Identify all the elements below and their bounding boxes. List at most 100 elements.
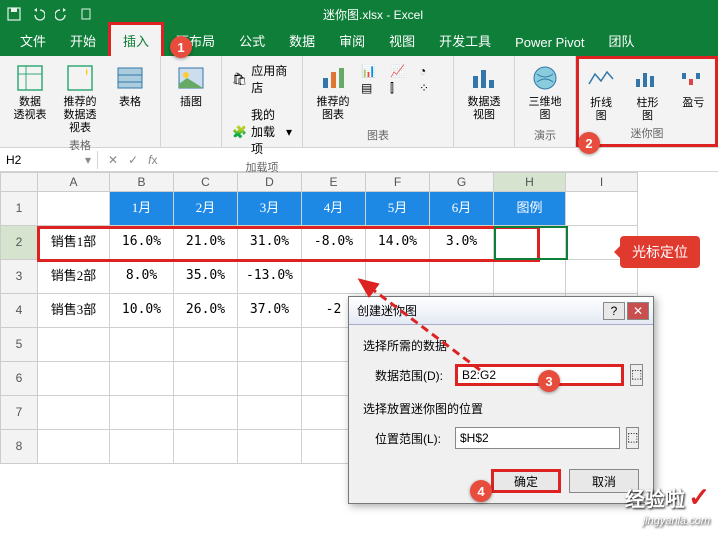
rec-pivot-button[interactable]: 推荐的 数据透视表 — [58, 60, 102, 137]
tab-dev[interactable]: 开发工具 — [427, 25, 503, 56]
cell-F2[interactable]: 14.0% — [366, 226, 430, 260]
cell-B4[interactable]: 10.0% — [110, 294, 174, 328]
enter-icon[interactable]: ✓ — [128, 153, 138, 167]
pivot-chart-button[interactable]: 数据透视图 — [462, 60, 506, 124]
col-F[interactable]: F — [366, 172, 430, 192]
map3d-button[interactable]: 三维地 图 — [523, 60, 567, 124]
select-all-corner[interactable] — [0, 172, 38, 192]
check-icon: ✓ — [688, 482, 710, 512]
save-icon[interactable] — [6, 6, 22, 22]
tab-home[interactable]: 开始 — [58, 25, 108, 56]
quick-access-toolbar — [6, 6, 94, 22]
tab-formula[interactable]: 公式 — [227, 25, 277, 56]
cell-F3[interactable] — [366, 260, 430, 294]
undo-icon[interactable] — [30, 6, 46, 22]
range-picker-icon[interactable]: ⬚ — [626, 427, 639, 449]
cell-D3[interactable]: -13.0% — [238, 260, 302, 294]
cell-A2[interactable]: 销售1部 — [38, 226, 110, 260]
row-hdr-4[interactable]: 4 — [0, 294, 38, 328]
cell-A1[interactable] — [38, 192, 110, 226]
stat-chart-icon[interactable]: ⫿ — [390, 81, 416, 96]
cell-E3[interactable] — [302, 260, 366, 294]
my-addins-button[interactable]: 🧩我的加载项 ▾ — [230, 104, 294, 159]
row-hdr-3[interactable]: 3 — [0, 260, 38, 294]
cell-E2[interactable]: -8.0% — [302, 226, 366, 260]
pivot-table-button[interactable]: 数据 透视表 — [8, 60, 52, 124]
cell-C3[interactable]: 35.0% — [174, 260, 238, 294]
tab-pivot[interactable]: Power Pivot — [503, 29, 596, 56]
sparkline-line-button[interactable]: 折线图 — [581, 61, 621, 125]
tab-review[interactable]: 审阅 — [327, 25, 377, 56]
range-picker-icon[interactable]: ⬚ — [630, 364, 643, 386]
cell-H1[interactable]: 图例 — [494, 192, 566, 226]
close-button[interactable]: ✕ — [627, 302, 649, 320]
sparkline-line-icon — [585, 63, 617, 95]
location-range-input[interactable] — [455, 427, 620, 449]
marker-4: 4 — [470, 480, 492, 502]
table-button[interactable]: 表格 — [108, 60, 152, 111]
col-E[interactable]: E — [302, 172, 366, 192]
fx-icon[interactable]: fx — [148, 153, 157, 167]
globe-icon — [529, 62, 561, 94]
col-I[interactable]: I — [566, 172, 638, 192]
col-H[interactable]: H — [494, 172, 566, 192]
ribbon: 数据 透视表 推荐的 数据透视表 表格 表格 插图 🛍应用商店 🧩我的加载项 ▾ — [0, 56, 718, 148]
ribbon-group-illustrations: 插图 — [161, 56, 222, 147]
dialog-titlebar[interactable]: 创建迷你图 ? ✕ — [349, 297, 653, 325]
col-G[interactable]: G — [430, 172, 494, 192]
redo-icon[interactable] — [54, 6, 70, 22]
cell-B2[interactable]: 16.0% — [110, 226, 174, 260]
row-hdr-1[interactable]: 1 — [0, 192, 38, 226]
cell-B1[interactable]: 1月 — [110, 192, 174, 226]
ribbon-group-tours: 三维地 图 演示 — [515, 56, 576, 147]
col-A[interactable]: A — [38, 172, 110, 192]
cell-D2[interactable]: 31.0% — [238, 226, 302, 260]
tab-data[interactable]: 数据 — [277, 25, 327, 56]
cell-G2[interactable]: 3.0% — [430, 226, 494, 260]
sparkline-column-button[interactable]: 柱形图 — [627, 61, 667, 125]
formula-bar[interactable]: ✕ ✓ fx — [98, 153, 157, 167]
cell-A3[interactable]: 销售2部 — [38, 260, 110, 294]
cell-F1[interactable]: 5月 — [366, 192, 430, 226]
tab-view[interactable]: 视图 — [377, 25, 427, 56]
row-1: 1 1月 2月 3月 4月 5月 6月 图例 — [0, 192, 718, 226]
cell-H3[interactable] — [494, 260, 566, 294]
cell-A4[interactable]: 销售3部 — [38, 294, 110, 328]
ribbon-group-pivotchart: 数据透视图 — [454, 56, 515, 147]
section-location: 选择放置迷你图的位置 — [363, 400, 639, 417]
col-D[interactable]: D — [238, 172, 302, 192]
scatter-chart-icon[interactable]: ⁘ — [419, 81, 445, 96]
hier-chart-icon[interactable]: ▤ — [361, 81, 387, 96]
tab-file[interactable]: 文件 — [8, 25, 58, 56]
sparkline-winloss-icon — [677, 63, 709, 95]
col-B[interactable]: B — [110, 172, 174, 192]
tab-insert[interactable]: 插入 — [108, 22, 164, 56]
ok-button[interactable]: 确定 — [491, 469, 561, 493]
cell-H2[interactable] — [494, 226, 566, 260]
tab-team[interactable]: 团队 — [597, 25, 647, 56]
rec-chart-button[interactable]: 推荐的 图表 — [311, 60, 355, 124]
store-button[interactable]: 🛍应用商店 — [230, 60, 294, 98]
cell-B3[interactable]: 8.0% — [110, 260, 174, 294]
sparkline-winloss-button[interactable]: 盈亏 — [674, 61, 713, 112]
row-hdr-2[interactable]: 2 — [0, 226, 38, 260]
pie-chart-icon[interactable]: ◔ — [419, 64, 445, 78]
cell-D4[interactable]: 37.0% — [238, 294, 302, 328]
cell-C4[interactable]: 26.0% — [174, 294, 238, 328]
touch-icon[interactable] — [78, 6, 94, 22]
cell-I1[interactable] — [566, 192, 638, 226]
cell-G1[interactable]: 6月 — [430, 192, 494, 226]
watermark: 经验啦 ✓ jingyanla.com — [625, 482, 710, 527]
cancel-icon[interactable]: ✕ — [108, 153, 118, 167]
col-C[interactable]: C — [174, 172, 238, 192]
help-button[interactable]: ? — [603, 302, 625, 320]
cell-E1[interactable]: 4月 — [302, 192, 366, 226]
cell-G3[interactable] — [430, 260, 494, 294]
line-chart-icon[interactable]: 📈 — [390, 64, 416, 78]
illustrations-button[interactable]: 插图 — [169, 60, 213, 111]
cell-C1[interactable]: 2月 — [174, 192, 238, 226]
bar-chart-icon[interactable]: 📊 — [361, 64, 387, 78]
cell-D1[interactable]: 3月 — [238, 192, 302, 226]
cell-C2[interactable]: 21.0% — [174, 226, 238, 260]
ribbon-tabs: 文件 开始 插入 面布局 公式 数据 审阅 视图 开发工具 Power Pivo… — [0, 28, 718, 56]
